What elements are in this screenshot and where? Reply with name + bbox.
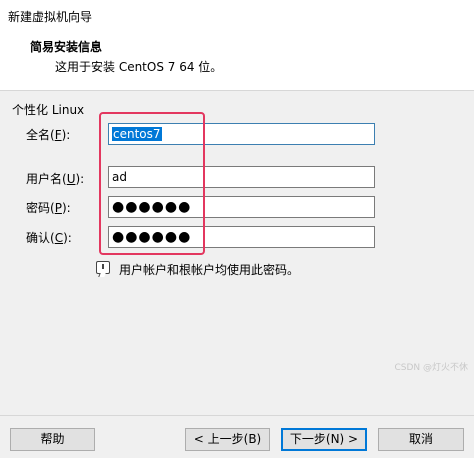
- confirm-input[interactable]: ●●●●●●: [108, 226, 375, 248]
- password-value: ●●●●●●: [112, 199, 192, 215]
- cancel-button[interactable]: 取消: [378, 428, 464, 451]
- username-input[interactable]: ad: [108, 166, 375, 188]
- watermark: CSDN @灯火不休: [394, 363, 468, 373]
- group-label: 个性化 Linux: [12, 103, 85, 117]
- page-subtitle: 这用于安装 CentOS 7 64 位。: [55, 60, 223, 74]
- fullname-input[interactable]: centos7: [108, 123, 375, 145]
- confirm-value: ●●●●●●: [112, 229, 192, 245]
- info-comment-icon: [96, 261, 110, 274]
- page-title: 简易安装信息: [30, 40, 103, 54]
- username-value: ad: [112, 170, 127, 184]
- password-input[interactable]: ●●●●●●: [108, 196, 375, 218]
- back-button[interactable]: < 上一步(B): [185, 428, 270, 451]
- password-label: 密码(P):: [26, 201, 71, 215]
- username-label: 用户名(U):: [26, 172, 85, 186]
- help-button[interactable]: 帮助: [10, 428, 95, 451]
- next-button[interactable]: 下一步(N) >: [281, 428, 367, 451]
- confirm-label: 确认(C):: [26, 231, 72, 245]
- password-note: 用户帐户和根帐户均使用此密码。: [119, 263, 300, 277]
- fullname-label: 全名(F):: [26, 128, 71, 142]
- window-title: 新建虚拟机向导: [8, 10, 93, 24]
- title-bar: 新建虚拟机向导: [0, 0, 474, 32]
- wizard-header: 简易安装信息 这用于安装 CentOS 7 64 位。: [0, 32, 474, 90]
- fullname-value: centos7: [112, 127, 162, 141]
